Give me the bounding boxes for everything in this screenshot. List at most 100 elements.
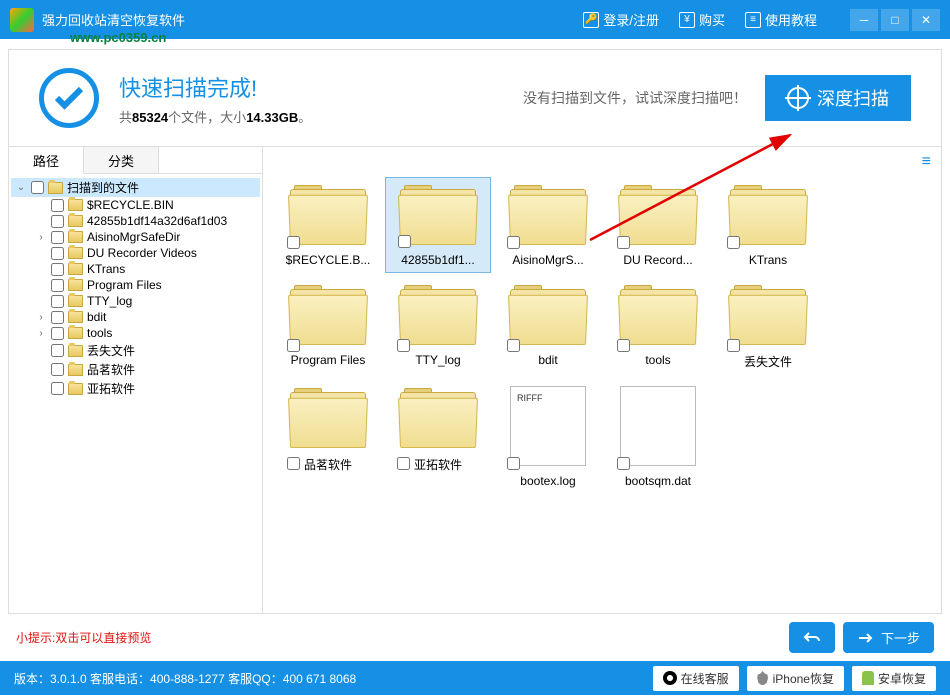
tree-root[interactable]: ⌄ 扫描到的文件 (11, 178, 260, 197)
tutorial-button[interactable]: ≡ 使用教程 (745, 10, 817, 29)
file-checkbox[interactable] (727, 339, 740, 352)
tree-item[interactable]: Program Files (31, 277, 260, 293)
folder-item[interactable]: 品茗软件 (275, 380, 381, 494)
tree-checkbox[interactable] (51, 382, 64, 395)
tree-checkbox[interactable] (51, 363, 64, 376)
folder-item[interactable]: tools (605, 277, 711, 376)
file-checkbox[interactable] (287, 457, 300, 470)
undo-icon (803, 631, 821, 645)
tree-checkbox[interactable] (51, 215, 64, 228)
folder-icon (290, 183, 366, 245)
maximize-button[interactable]: □ (881, 9, 909, 31)
folder-item[interactable]: TTY_log (385, 277, 491, 376)
tree-item[interactable]: TTY_log (31, 293, 260, 309)
tree-item[interactable]: 亚拓软件 (31, 379, 260, 398)
tree-checkbox[interactable] (51, 231, 64, 244)
file-item[interactable]: RIFFFbootex.log (495, 380, 601, 494)
expand-icon[interactable]: › (35, 232, 47, 243)
file-label: TTY_log (415, 353, 460, 367)
tree-checkbox[interactable] (51, 247, 64, 260)
file-checkbox[interactable] (397, 457, 410, 470)
tree-item[interactable]: KTrans (31, 261, 260, 277)
close-button[interactable]: ✕ (912, 9, 940, 31)
file-label: DU Record... (623, 253, 692, 267)
view-toggle-button[interactable]: ≡ (922, 153, 931, 171)
folder-icon (400, 386, 476, 448)
tree-checkbox[interactable] (51, 327, 64, 340)
folder-icon (68, 295, 83, 307)
tree-item[interactable]: 丢失文件 (31, 341, 260, 360)
scan-stats: 共85324个文件，大小14.33GB。 (119, 107, 311, 126)
folder-item[interactable]: 亚拓软件 (385, 380, 491, 494)
tree-checkbox[interactable] (51, 279, 64, 292)
tree-checkbox[interactable] (51, 263, 64, 276)
expand-icon[interactable]: › (35, 328, 47, 339)
footer: 版本：3.0.1.0 客服电话：400-888-1277 客服QQ：400 67… (0, 661, 950, 695)
file-checkbox[interactable] (617, 457, 630, 470)
android-recover-button[interactable]: 安卓恢复 (852, 666, 936, 691)
tree-label: 品茗软件 (87, 361, 135, 378)
tree-item[interactable]: › AisinoMgrSafeDir (31, 229, 260, 245)
file-label: bootsqm.dat (625, 474, 691, 488)
tree-checkbox[interactable] (51, 199, 64, 212)
folder-icon (68, 263, 83, 275)
file-checkbox[interactable] (287, 236, 300, 249)
tree-checkbox[interactable] (51, 311, 64, 324)
tree-item[interactable]: ›tools (31, 325, 260, 341)
folder-icon (730, 283, 806, 345)
file-checkbox[interactable] (507, 236, 520, 249)
currency-icon: ¥ (679, 12, 695, 28)
iphone-recover-button[interactable]: iPhone恢复 (747, 666, 844, 691)
folder-item[interactable]: 丢失文件 (715, 277, 821, 376)
file-checkbox[interactable] (727, 236, 740, 249)
expand-icon[interactable]: › (35, 312, 47, 323)
file-item[interactable]: bootsqm.dat (605, 380, 711, 494)
folder-item[interactable]: 42855b1df1... (385, 177, 491, 273)
tab-path[interactable]: 路径 (9, 147, 84, 174)
next-button[interactable]: 下一步 (843, 622, 934, 653)
tree-checkbox[interactable] (51, 295, 64, 308)
tree-item[interactable]: 品茗软件 (31, 360, 260, 379)
file-label: tools (645, 353, 670, 367)
tree-item[interactable]: $RECYCLE.BIN (31, 197, 260, 213)
folder-item[interactable]: bdit (495, 277, 601, 376)
tree-checkbox[interactable] (31, 181, 44, 194)
file-checkbox[interactable] (507, 457, 520, 470)
tree-checkbox[interactable] (51, 344, 64, 357)
deep-scan-button[interactable]: 深度扫描 (765, 75, 911, 121)
tab-category[interactable]: 分类 (84, 147, 159, 173)
folder-icon (68, 311, 83, 323)
tree-item[interactable]: › bdit (31, 309, 260, 325)
file-checkbox[interactable] (397, 339, 410, 352)
file-checkbox[interactable] (398, 235, 411, 248)
folder-item[interactable]: $RECYCLE.B... (275, 177, 381, 273)
tree-item[interactable]: DU Recorder Videos (31, 245, 260, 261)
tree-item[interactable]: 42855b1df14a32d6af1d03 (31, 213, 260, 229)
file-checkbox[interactable] (507, 339, 520, 352)
folder-icon (68, 247, 83, 259)
folder-icon (400, 283, 476, 345)
collapse-icon[interactable]: ⌄ (15, 182, 27, 193)
file-checkbox[interactable] (287, 339, 300, 352)
online-service-button[interactable]: 在线客服 (653, 666, 739, 691)
minimize-button[interactable]: ─ (850, 9, 878, 31)
folder-icon (620, 183, 696, 245)
file-label: 42855b1df1... (401, 253, 474, 267)
qq-icon (663, 671, 677, 685)
folder-item[interactable]: DU Record... (605, 177, 711, 273)
back-button[interactable] (789, 622, 835, 653)
login-button[interactable]: 🔑 登录/注册 (583, 10, 659, 29)
file-label: AisinoMgrS... (512, 253, 583, 267)
file-checkbox[interactable] (617, 339, 630, 352)
target-icon (787, 87, 809, 109)
file-checkbox[interactable] (617, 236, 630, 249)
folder-icon (68, 279, 83, 291)
folder-item[interactable]: KTrans (715, 177, 821, 273)
tree-label: AisinoMgrSafeDir (87, 230, 180, 244)
file-tree: ⌄ 扫描到的文件 $RECYCLE.BIN42855b1df14a32d6af1… (9, 174, 262, 613)
folder-item[interactable]: Program Files (275, 277, 381, 376)
folder-item[interactable]: AisinoMgrS... (495, 177, 601, 273)
sidebar: 路径 分类 ⌄ 扫描到的文件 $RECYCLE.BIN42855b1df14a3… (9, 147, 263, 613)
tree-label: bdit (87, 310, 106, 324)
buy-button[interactable]: ¥ 购买 (679, 10, 725, 29)
